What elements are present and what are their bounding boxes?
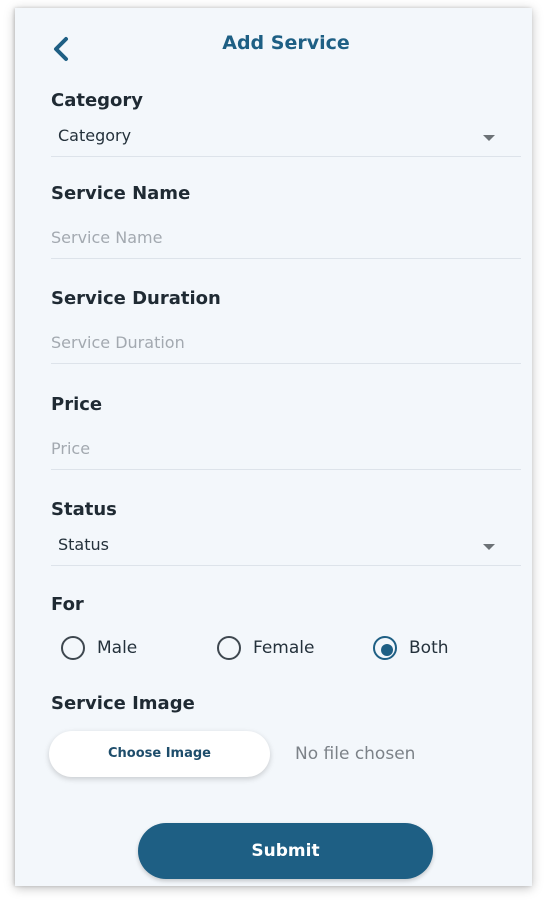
category-select[interactable]: Category bbox=[51, 120, 521, 157]
service-duration-placeholder: Service Duration bbox=[51, 333, 185, 352]
price-placeholder: Price bbox=[51, 439, 91, 458]
app-header: Add Service bbox=[15, 8, 532, 78]
app-screen: Add Service Category Category Service Na… bbox=[15, 8, 532, 886]
service-duration-input[interactable]: Service Duration bbox=[51, 327, 521, 364]
category-label: Category bbox=[51, 90, 144, 111]
category-select-value: Category bbox=[58, 126, 132, 145]
radio-unchecked-icon bbox=[61, 636, 85, 660]
for-label: For bbox=[51, 594, 84, 615]
service-image-label: Service Image bbox=[51, 693, 195, 714]
caret-down-icon bbox=[483, 135, 495, 141]
radio-female-label: Female bbox=[253, 638, 315, 658]
service-name-label: Service Name bbox=[51, 183, 191, 204]
status-select[interactable]: Status bbox=[51, 529, 521, 566]
radio-unchecked-icon bbox=[217, 636, 241, 660]
radio-both-label: Both bbox=[409, 638, 449, 658]
service-name-placeholder: Service Name bbox=[51, 228, 163, 247]
price-input[interactable]: Price bbox=[51, 433, 521, 470]
radio-male-label: Male bbox=[97, 638, 138, 658]
price-label: Price bbox=[51, 394, 103, 415]
page-title: Add Service bbox=[222, 32, 350, 54]
service-name-input[interactable]: Service Name bbox=[51, 222, 521, 259]
submit-button[interactable]: Submit bbox=[138, 823, 433, 879]
choose-image-button[interactable]: Choose Image bbox=[49, 731, 270, 777]
status-select-value: Status bbox=[58, 535, 109, 554]
service-duration-label: Service Duration bbox=[51, 288, 221, 309]
radio-dot bbox=[381, 644, 393, 656]
radio-checked-icon bbox=[373, 636, 397, 660]
status-label: Status bbox=[51, 499, 117, 520]
caret-down-icon bbox=[483, 544, 495, 550]
file-status-text: No file chosen bbox=[295, 744, 416, 764]
